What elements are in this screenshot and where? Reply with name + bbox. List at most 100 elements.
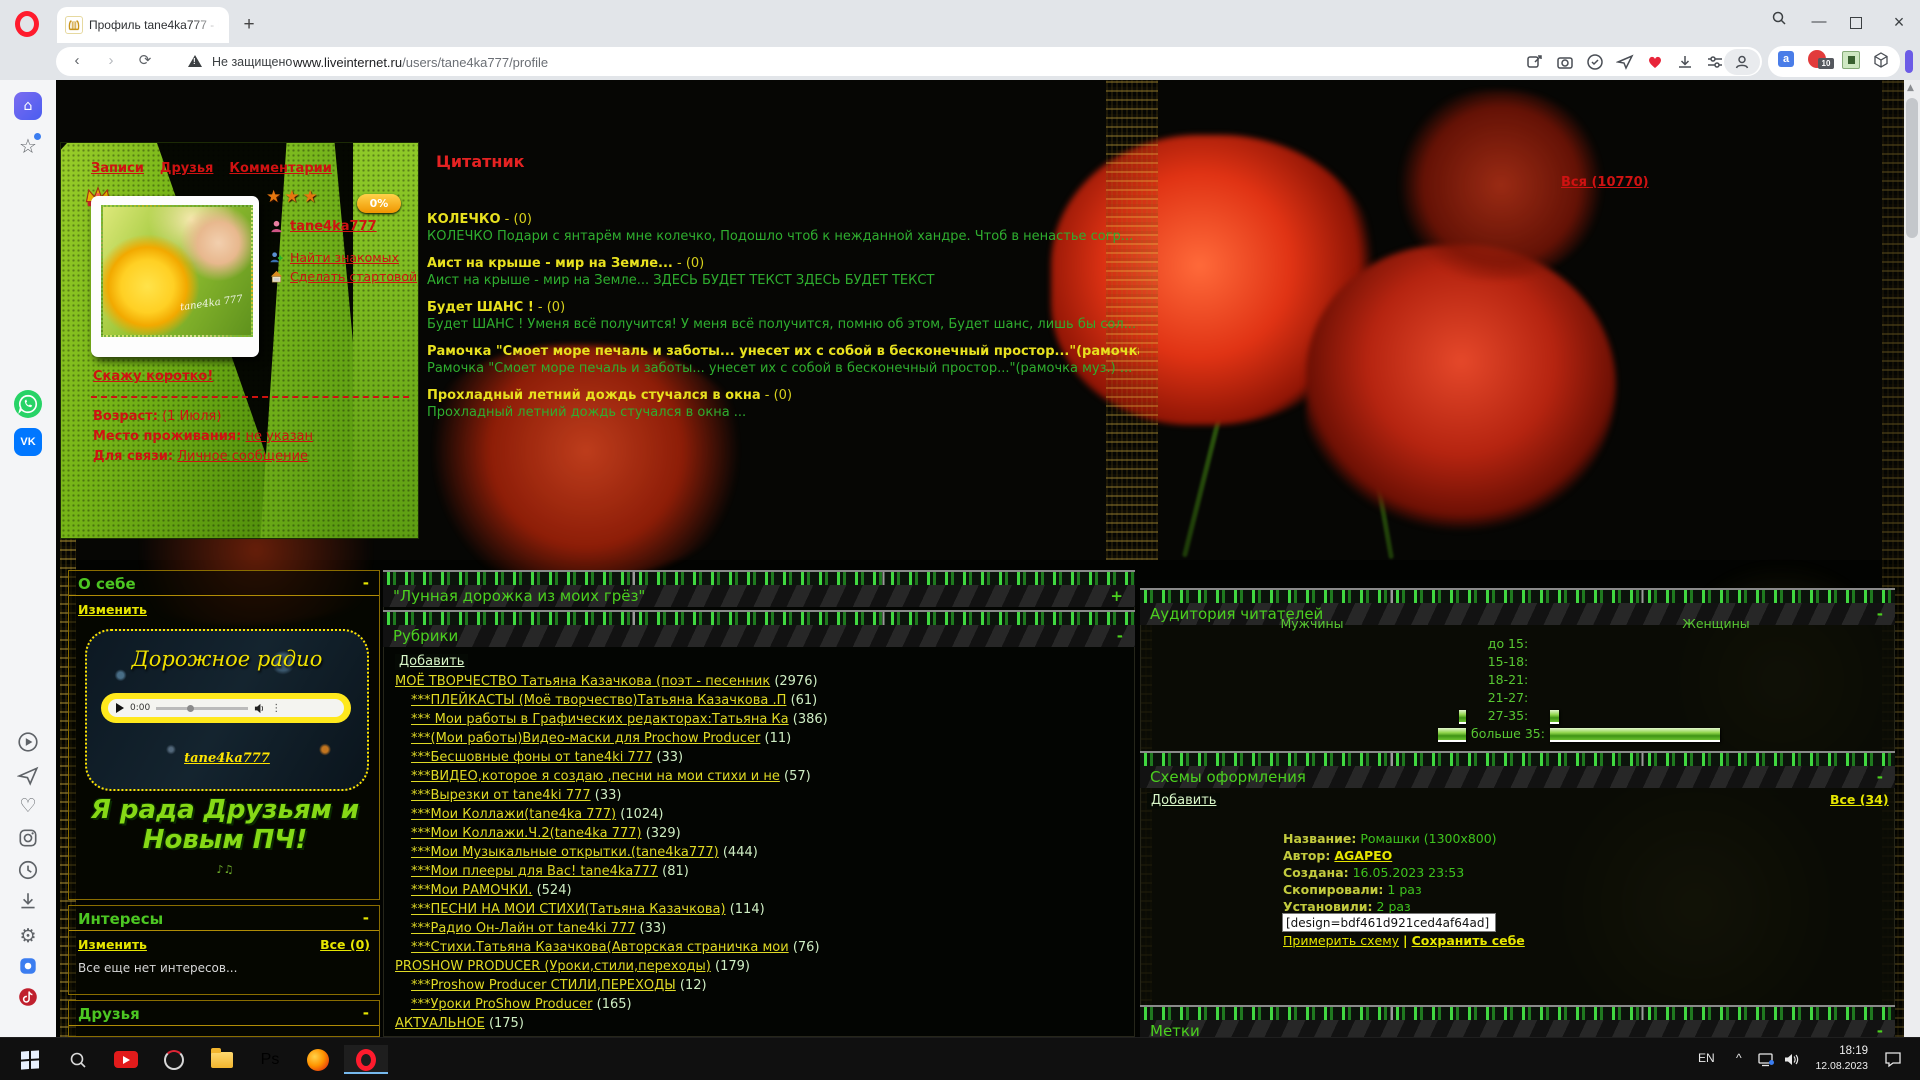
taskbar-search-icon[interactable] <box>56 1045 100 1074</box>
back-icon[interactable]: ‹ <box>66 52 88 70</box>
rubric-link[interactable]: ***Мои плееры для Вас! tane4ka777 <box>411 864 658 879</box>
blog-expand-button[interactable]: + <box>1110 587 1123 605</box>
quote-title-link[interactable]: Прохладный летний дождь стучался в окна <box>427 388 761 403</box>
history-clock-icon[interactable] <box>14 856 42 884</box>
about-collapse-button[interactable]: - <box>363 574 369 592</box>
scrollbar-up-arrow[interactable]: ▲ <box>1907 83 1914 93</box>
downloads-icon[interactable] <box>14 887 42 915</box>
photoshop-icon[interactable]: Ps <box>248 1045 292 1074</box>
rubric-link[interactable]: ***ВИДЕО,которое я создаю ,песни на мои … <box>411 769 780 784</box>
download-icon[interactable] <box>1676 53 1694 71</box>
scrollbar-thumb[interactable] <box>1906 98 1918 238</box>
workspace-home-icon[interactable]: ⌂ <box>14 92 42 120</box>
field-value[interactable]: (1 Июля) <box>162 409 221 424</box>
rubric-link[interactable]: ***Вырезки от tane4ki 777 <box>411 788 591 803</box>
design-code-input[interactable] <box>1282 913 1496 932</box>
snapshot-camera-icon[interactable] <box>1556 53 1574 71</box>
browser-tab[interactable]: Профиль tane4ka777 - П <box>57 7 229 43</box>
find-friends-link[interactable]: Найти знакомых <box>290 250 399 265</box>
field-value[interactable]: не указан <box>246 429 314 444</box>
profile-nav-link[interactable]: Записи <box>91 161 144 176</box>
about-short-link[interactable]: Скажу коротко! <box>93 369 213 384</box>
friends-collapse-button[interactable]: - <box>363 1004 369 1022</box>
rubric-link[interactable]: ***Мои РАМОЧКИ. <box>411 883 532 898</box>
start-button[interactable] <box>8 1045 52 1074</box>
url-text[interactable]: www.liveinternet.ru/users/tane4ka777/pro… <box>293 55 548 70</box>
network-icon[interactable] <box>1758 1052 1775 1072</box>
progress-handle[interactable] <box>187 705 194 712</box>
rubric-link[interactable]: МОЁ ТВОРЧЕСТВО Татьяна Казачкова (поэт -… <box>395 674 770 689</box>
minimize-button[interactable]: — <box>1804 10 1834 34</box>
rubric-link[interactable]: ***ПЛЕЙКАСТЫ (Моё творчество)Татьяна Каз… <box>411 693 786 708</box>
rubric-link[interactable]: ***Стихи.Татьяна Казачкова(Авторская стр… <box>411 940 789 955</box>
bookmarks-star-icon[interactable]: ☆ <box>14 132 42 160</box>
rubric-link[interactable]: ***Мои Коллажи(tane4ka 777) <box>411 807 616 822</box>
rubrics-collapse-button[interactable]: - <box>1117 627 1123 645</box>
game-launcher-icon[interactable] <box>152 1045 196 1074</box>
audience-collapse-button[interactable]: - <box>1877 605 1883 623</box>
shield-check-icon[interactable] <box>1586 53 1604 71</box>
share-edit-icon[interactable] <box>1526 53 1544 71</box>
pinned-site-icon[interactable] <box>14 952 42 980</box>
close-button[interactable]: × <box>1884 10 1914 34</box>
rubrics-add[interactable]: Добавить <box>395 650 468 669</box>
profile-nav-link[interactable]: Друзья <box>160 161 213 176</box>
instagram-icon[interactable] <box>14 824 42 852</box>
make-start-link[interactable]: Сделать стартовой <box>290 269 417 284</box>
rubric-link[interactable]: ***Радио Он-Лайн от tane4ki 777 <box>411 921 635 936</box>
schemes-all-link[interactable]: Все (34) <box>1830 789 1889 808</box>
opera-logo-icon[interactable] <box>15 11 39 37</box>
rubric-link[interactable]: ***Бесшовные фоны от tane4ki 777 <box>411 750 652 765</box>
about-edit-link[interactable]: Изменить <box>78 602 147 617</box>
avatar-frame[interactable]: tane4ka 777 <box>91 196 259 357</box>
likes-heart-icon[interactable]: ♡ <box>14 792 42 820</box>
whatsapp-icon[interactable] <box>14 390 42 418</box>
play-icon[interactable] <box>116 703 124 713</box>
interests-collapse-button[interactable]: - <box>363 909 369 927</box>
radio-user-link[interactable]: tane4ka777 <box>184 751 270 766</box>
rubric-link[interactable]: АКТУАЛЬНОЕ <box>395 1016 485 1031</box>
player-menu-icon[interactable]: ⋮ <box>271 703 282 714</box>
schemes-add[interactable]: Добавить <box>1147 789 1220 808</box>
rubric-link[interactable]: PROSHOW PRODUCER (Уроки,стили,переходы) <box>395 959 711 974</box>
player-icon[interactable] <box>14 728 42 756</box>
rubric-link[interactable]: ***ПЕСНИ НА МОИ СТИХИ(Татьяна Казачкова) <box>411 902 726 917</box>
profile-nav-link[interactable]: Комментарии <box>229 161 331 176</box>
maximize-button[interactable] <box>1850 17 1862 29</box>
quotes-all-link[interactable]: Вся (10770) <box>1561 175 1649 190</box>
settings-gear-icon[interactable]: ⚙ <box>14 922 42 950</box>
browser-search-icon[interactable] <box>1764 10 1794 34</box>
bookmark-heart-icon[interactable] <box>1646 53 1664 71</box>
schemes-collapse-button[interactable]: - <box>1877 768 1883 786</box>
rubric-link[interactable]: ***Proshow Producer СТИЛИ,ПЕРЕХОДЫ <box>411 978 676 993</box>
volume-tray-icon[interactable] <box>1784 1052 1800 1072</box>
profile-avatar-button[interactable] <box>1724 49 1760 75</box>
rubric-link[interactable]: ***Уроки ProShow Producer <box>411 997 593 1012</box>
volume-icon[interactable] <box>254 703 265 714</box>
send-flow-icon[interactable] <box>1616 53 1634 71</box>
quote-title-link[interactable]: КОЛЕЧКО <box>427 212 501 227</box>
telegram-icon[interactable] <box>14 762 42 790</box>
opera-taskbar-icon[interactable] <box>344 1045 388 1074</box>
rubric-link[interactable]: ***Мои Коллажи.Ч.2(tane4ka 777) <box>411 826 642 841</box>
tray-expand-caret[interactable]: ^ <box>1736 1051 1742 1065</box>
reload-icon[interactable]: ⟳ <box>134 52 156 70</box>
interests-edit-link[interactable]: Изменить <box>78 937 147 952</box>
translate-extension-icon[interactable]: a <box>1778 51 1794 67</box>
interests-all-link[interactable]: Все (0) <box>320 937 370 952</box>
rubric-link[interactable]: ***(Мои работы)Видео-маски для Prochow P… <box>411 731 760 746</box>
tiktok-icon[interactable] <box>14 983 42 1011</box>
notification-center-icon[interactable] <box>1884 1051 1902 1073</box>
username-link[interactable]: tane4ka777 <box>290 219 377 234</box>
quote-title-link[interactable]: Аист на крыше - мир на Земле... <box>427 256 673 271</box>
player-progress[interactable] <box>156 707 248 710</box>
extensions-cube-icon[interactable] <box>1872 51 1890 69</box>
tags-collapse-button[interactable]: - <box>1877 1022 1883 1037</box>
media-player-icon[interactable] <box>104 1045 148 1074</box>
capture-extension-icon[interactable] <box>1842 51 1860 69</box>
quote-title-link[interactable]: Будет ШАНС ! <box>427 300 534 315</box>
scheme-save-link[interactable]: Сохранить себе <box>1412 933 1525 948</box>
vk-icon[interactable]: VK <box>14 428 42 456</box>
new-tab-button[interactable]: + <box>236 12 262 38</box>
scheme-try-link[interactable]: Примерить схему <box>1283 933 1399 948</box>
